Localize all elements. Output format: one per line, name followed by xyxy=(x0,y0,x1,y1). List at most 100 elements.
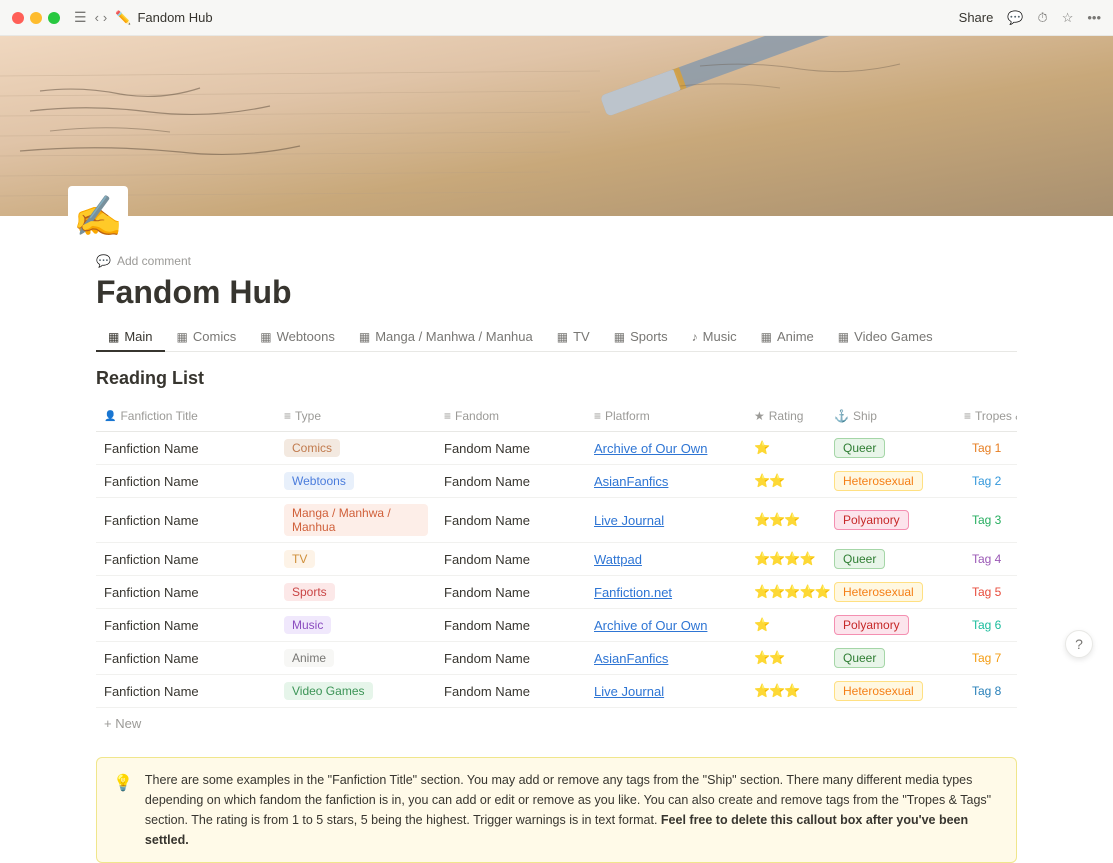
cell-ship: Heterosexual xyxy=(826,675,956,707)
tab-main[interactable]: ▦ Main xyxy=(96,323,165,352)
table-row[interactable]: Fanfiction Name Manga / Manhwa / Manhua … xyxy=(96,498,1017,543)
col-icon-fandom: ≡ xyxy=(444,409,451,423)
cell-platform[interactable]: AsianFanfics xyxy=(586,642,746,674)
cell-ship: Queer xyxy=(826,543,956,575)
cell-ship: Heterosexual xyxy=(826,576,956,608)
tab-label-tv: TV xyxy=(573,329,590,344)
cell-ship: Polyamory xyxy=(826,498,956,542)
cell-rating: ⭐⭐⭐⭐⭐ xyxy=(746,576,826,608)
cell-title: Fanfiction Name xyxy=(96,675,276,707)
tab-label-main: Main xyxy=(124,329,152,344)
more-icon[interactable]: ••• xyxy=(1087,10,1101,25)
close-button[interactable] xyxy=(12,12,24,24)
tab-label-comics: Comics xyxy=(193,329,236,344)
callout-box: 💡 There are some examples in the "Fanfic… xyxy=(96,757,1017,863)
col-label-platform: Platform xyxy=(605,409,650,423)
cell-fandom: Fandom Name xyxy=(436,498,586,542)
col-icon-tags: ≡ xyxy=(964,409,971,423)
cell-tag: Tag 1 xyxy=(956,432,1017,464)
cell-type: Music xyxy=(276,609,436,641)
tabs: ▦ Main ▦ Comics ▦ Webtoons ▦ Manga / Man… xyxy=(96,323,1017,352)
cell-fandom: Fandom Name xyxy=(436,675,586,707)
tab-webtoons[interactable]: ▦ Webtoons xyxy=(248,323,347,352)
breadcrumb: ✏️ Fandom Hub xyxy=(115,10,212,26)
tab-anime[interactable]: ▦ Anime xyxy=(749,323,826,352)
tab-label-sports: Sports xyxy=(630,329,668,344)
cell-fandom: Fandom Name xyxy=(436,609,586,641)
cell-platform[interactable]: Live Journal xyxy=(586,675,746,707)
comment-icon: 💬 xyxy=(96,254,111,268)
page-icon: ✍️ xyxy=(68,186,128,246)
tab-music[interactable]: ♪ Music xyxy=(680,323,749,352)
tab-icon-anime: ▦ xyxy=(761,330,772,344)
forward-arrow[interactable]: › xyxy=(103,10,107,25)
tab-icon-main: ▦ xyxy=(108,330,119,344)
cell-title: Fanfiction Name xyxy=(96,498,276,542)
table-row[interactable]: Fanfiction Name TV Fandom Name Wattpad ⭐… xyxy=(96,543,1017,576)
table-row[interactable]: Fanfiction Name Comics Fandom Name Archi… xyxy=(96,432,1017,465)
col-label-fandom: Fandom xyxy=(455,409,499,423)
clock-icon[interactable]: ⏱ xyxy=(1038,10,1048,26)
tab-icon-comics: ▦ xyxy=(177,330,188,344)
section-title: Reading List xyxy=(96,368,1017,389)
cell-platform[interactable]: Archive of Our Own xyxy=(586,609,746,641)
cell-rating: ⭐ xyxy=(746,432,826,464)
cell-rating: ⭐⭐ xyxy=(746,642,826,674)
menu-icon[interactable]: ☰ xyxy=(74,9,87,26)
cell-fandom: Fandom Name xyxy=(436,432,586,464)
cell-ship: Queer xyxy=(826,642,956,674)
table-row[interactable]: Fanfiction Name Music Fandom Name Archiv… xyxy=(96,609,1017,642)
tab-icon-videogames: ▦ xyxy=(838,330,849,344)
minimize-button[interactable] xyxy=(30,12,42,24)
cell-rating: ⭐⭐ xyxy=(746,465,826,497)
cell-fandom: Fandom Name xyxy=(436,465,586,497)
col-header-type: ≡ Type xyxy=(276,405,436,427)
col-header-fandom: ≡ Fandom xyxy=(436,405,586,427)
hero-lines xyxy=(0,36,1113,216)
cell-platform[interactable]: Live Journal xyxy=(586,498,746,542)
tab-icon-sports: ▦ xyxy=(614,330,625,344)
col-header-ship: ⚓ Ship xyxy=(826,405,956,427)
tab-icon-manga: ▦ xyxy=(359,330,370,344)
help-button[interactable]: ? xyxy=(1065,630,1093,658)
tab-manga[interactable]: ▦ Manga / Manhwa / Manhua xyxy=(347,323,545,352)
tab-sports[interactable]: ▦ Sports xyxy=(602,323,680,352)
add-comment-button[interactable]: 💬 Add comment xyxy=(96,254,1017,268)
col-header-rating: ★ Rating xyxy=(746,405,826,427)
table-row[interactable]: Fanfiction Name Sports Fandom Name Fanfi… xyxy=(96,576,1017,609)
cell-rating: ⭐⭐⭐ xyxy=(746,498,826,542)
table-row[interactable]: Fanfiction Name Anime Fandom Name AsianF… xyxy=(96,642,1017,675)
maximize-button[interactable] xyxy=(48,12,60,24)
table-row[interactable]: Fanfiction Name Video Games Fandom Name … xyxy=(96,675,1017,708)
cell-tag: Tag 5 xyxy=(956,576,1017,608)
col-icon-title: 👤 xyxy=(104,411,116,422)
col-label-rating: Rating xyxy=(769,409,804,423)
data-table: 👤 Fanfiction Title ≡ Type ≡ Fandom ≡ Pla… xyxy=(96,401,1017,737)
traffic-lights xyxy=(12,12,60,24)
share-button[interactable]: Share xyxy=(959,10,994,25)
cell-ship: Polyamory xyxy=(826,609,956,641)
cell-platform[interactable]: Wattpad xyxy=(586,543,746,575)
new-row-button[interactable]: + New xyxy=(96,710,1017,737)
main-content: 💬 Add comment Fandom Hub ▦ Main ▦ Comics… xyxy=(0,254,1113,737)
col-icon-rating: ★ xyxy=(754,409,765,423)
table-row[interactable]: Fanfiction Name Webtoons Fandom Name Asi… xyxy=(96,465,1017,498)
col-label-title: Fanfiction Title xyxy=(120,409,197,423)
nav-arrows: ‹ › xyxy=(95,10,108,25)
cell-platform[interactable]: Archive of Our Own xyxy=(586,432,746,464)
cell-platform[interactable]: AsianFanfics xyxy=(586,465,746,497)
cell-platform[interactable]: Fanfiction.net xyxy=(586,576,746,608)
col-header-platform: ≡ Platform xyxy=(586,405,746,427)
tab-label-videogames: Video Games xyxy=(854,329,933,344)
cell-type: Manga / Manhwa / Manhua xyxy=(276,498,436,542)
cell-tag: Tag 3 xyxy=(956,498,1017,542)
back-arrow[interactable]: ‹ xyxy=(95,10,99,25)
tab-tv[interactable]: ▦ TV xyxy=(545,323,602,352)
cell-ship: Heterosexual xyxy=(826,465,956,497)
chat-icon[interactable]: 💬 xyxy=(1007,10,1023,26)
tab-comics[interactable]: ▦ Comics xyxy=(165,323,249,352)
tab-videogames[interactable]: ▦ Video Games xyxy=(826,323,945,352)
star-icon[interactable]: ☆ xyxy=(1062,10,1074,26)
cell-title: Fanfiction Name xyxy=(96,543,276,575)
cell-title: Fanfiction Name xyxy=(96,609,276,641)
